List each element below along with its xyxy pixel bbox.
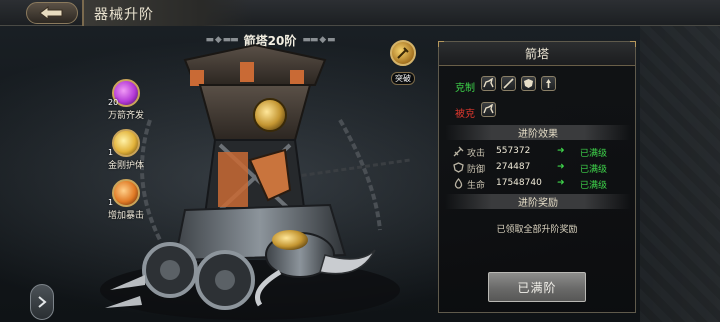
shield-icon [453, 162, 464, 173]
stat-row-defense: 防御 274487 ➜ 已满级 [453, 161, 629, 175]
arrow-right-icon: ➜ [557, 146, 565, 156]
skill-zengjia-baoji[interactable]: 1 增加暴击 [98, 179, 154, 221]
breakthrough-label: 突破 [391, 72, 415, 85]
skill-name: 增加暴击 [107, 211, 144, 221]
skill-level: 1 [108, 198, 114, 207]
rewards-section-header: 进阶奖励 [445, 194, 631, 209]
chevron-right-icon [38, 296, 47, 308]
sword-icon [453, 146, 464, 157]
stat-value: 17548740 [496, 178, 542, 188]
panel-title: 箭塔 [524, 47, 549, 61]
stat-row-attack: 攻击 557372 ➜ 已满级 [453, 145, 629, 159]
skill-name: 金刚护体 [107, 161, 144, 171]
stat-value: 557372 [496, 146, 531, 156]
stat-name: 攻击 [467, 149, 486, 159]
page-title: 器械升阶 [94, 7, 154, 23]
skill-wanjianqifa[interactable]: 20 万箭齐发 [98, 79, 154, 121]
cavalry-icon[interactable] [481, 76, 496, 91]
spear-icon[interactable] [501, 76, 516, 91]
back-arrow-icon [39, 6, 63, 20]
stat-value: 274487 [496, 162, 531, 172]
arrow-icon[interactable] [541, 76, 556, 91]
stat-status: 已满级 [580, 165, 608, 175]
cavalry-icon[interactable] [481, 102, 496, 117]
golden-shield-icon: 1 [108, 129, 140, 157]
stat-status: 已满级 [580, 181, 608, 191]
breakthrough-button[interactable]: 突破 [386, 40, 420, 85]
expand-side-button[interactable] [30, 284, 54, 320]
skill-jingang-huti[interactable]: 1 金刚护体 [98, 129, 154, 171]
max-rank-button[interactable]: 已满阶 [488, 272, 586, 302]
stat-status: 已满级 [580, 149, 608, 159]
stat-row-life: 生命 17548740 ➜ 已满级 [453, 177, 629, 191]
back-button[interactable] [26, 2, 78, 24]
crit-flame-icon: 1 [108, 179, 140, 207]
restrained-label: 被克 [455, 109, 475, 120]
restrain-label: 克制 [455, 83, 475, 94]
sword-icon [397, 47, 409, 59]
rewards-status-text: 已领取全部升阶奖励 [496, 225, 578, 235]
effects-section-header: 进阶效果 [445, 125, 631, 140]
effects-title: 进阶效果 [518, 129, 558, 140]
skill-level: 20 [108, 98, 119, 107]
max-rank-label: 已满阶 [517, 280, 557, 295]
arrow-right-icon: ➜ [557, 162, 565, 172]
rewards-title: 进阶奖励 [518, 198, 558, 209]
stat-name: 生命 [467, 181, 486, 191]
background-wall [640, 0, 720, 322]
breakthrough-icon [390, 40, 416, 66]
shield-icon[interactable] [521, 76, 536, 91]
tower-info-panel: 箭塔 克制 被克 进阶效果 攻击 557372 ➜ 已满级 防御 274487 … [438, 41, 636, 313]
arrow-right-icon: ➜ [557, 178, 565, 188]
stat-name: 防御 [467, 165, 486, 175]
panel-header: 箭塔 [439, 42, 635, 66]
skill-level: 1 [108, 148, 114, 157]
skill-name: 万箭齐发 [107, 111, 144, 121]
life-icon [454, 178, 463, 189]
arrow-volley-icon: 20 [108, 79, 140, 107]
